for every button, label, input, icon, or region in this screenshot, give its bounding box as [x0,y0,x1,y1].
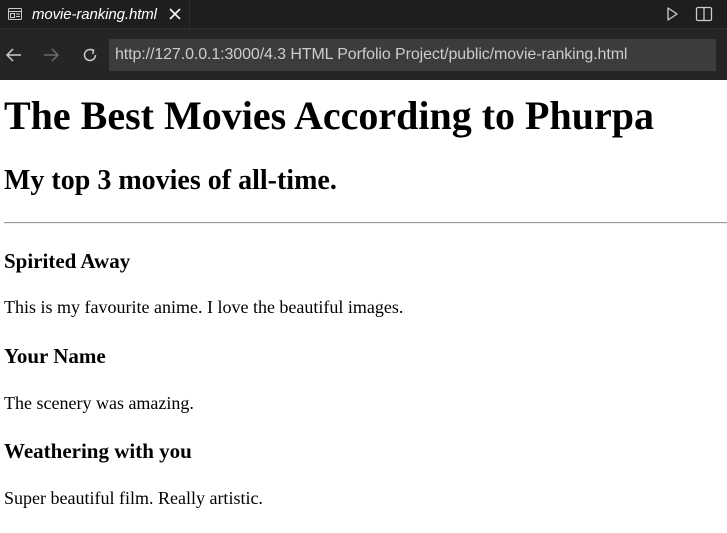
movie-description: The scenery was amazing. [4,393,194,413]
arrow-left-icon[interactable] [4,45,24,65]
preview-icon [7,6,23,22]
editor-actions [663,5,727,23]
movie-description: Super beautiful film. Really artistic. [4,488,263,508]
url-input[interactable] [109,38,716,71]
movie-title: Your Name [4,344,106,368]
movie-title: Weathering with you [4,439,192,463]
run-icon[interactable] [663,5,681,23]
arrow-right-icon[interactable] [41,45,61,65]
tab-movie-ranking[interactable]: movie-ranking.html [0,0,190,28]
browser-toolbar [0,28,727,80]
reload-icon[interactable] [80,45,100,65]
movie-title: Spirited Away [4,249,131,273]
split-editor-icon[interactable] [695,5,713,23]
divider [4,222,727,224]
editor-tab-bar: movie-ranking.html [0,0,727,28]
page-title: The Best Movies According to Phurpa [4,93,654,138]
tab-label: movie-ranking.html [32,5,157,23]
movie-description: This is my favourite anime. I love the b… [4,297,404,317]
close-icon[interactable] [167,6,183,22]
page-content: The Best Movies According to Phurpa My t… [0,93,727,509]
page-subtitle: My top 3 movies of all-time. [4,165,337,196]
